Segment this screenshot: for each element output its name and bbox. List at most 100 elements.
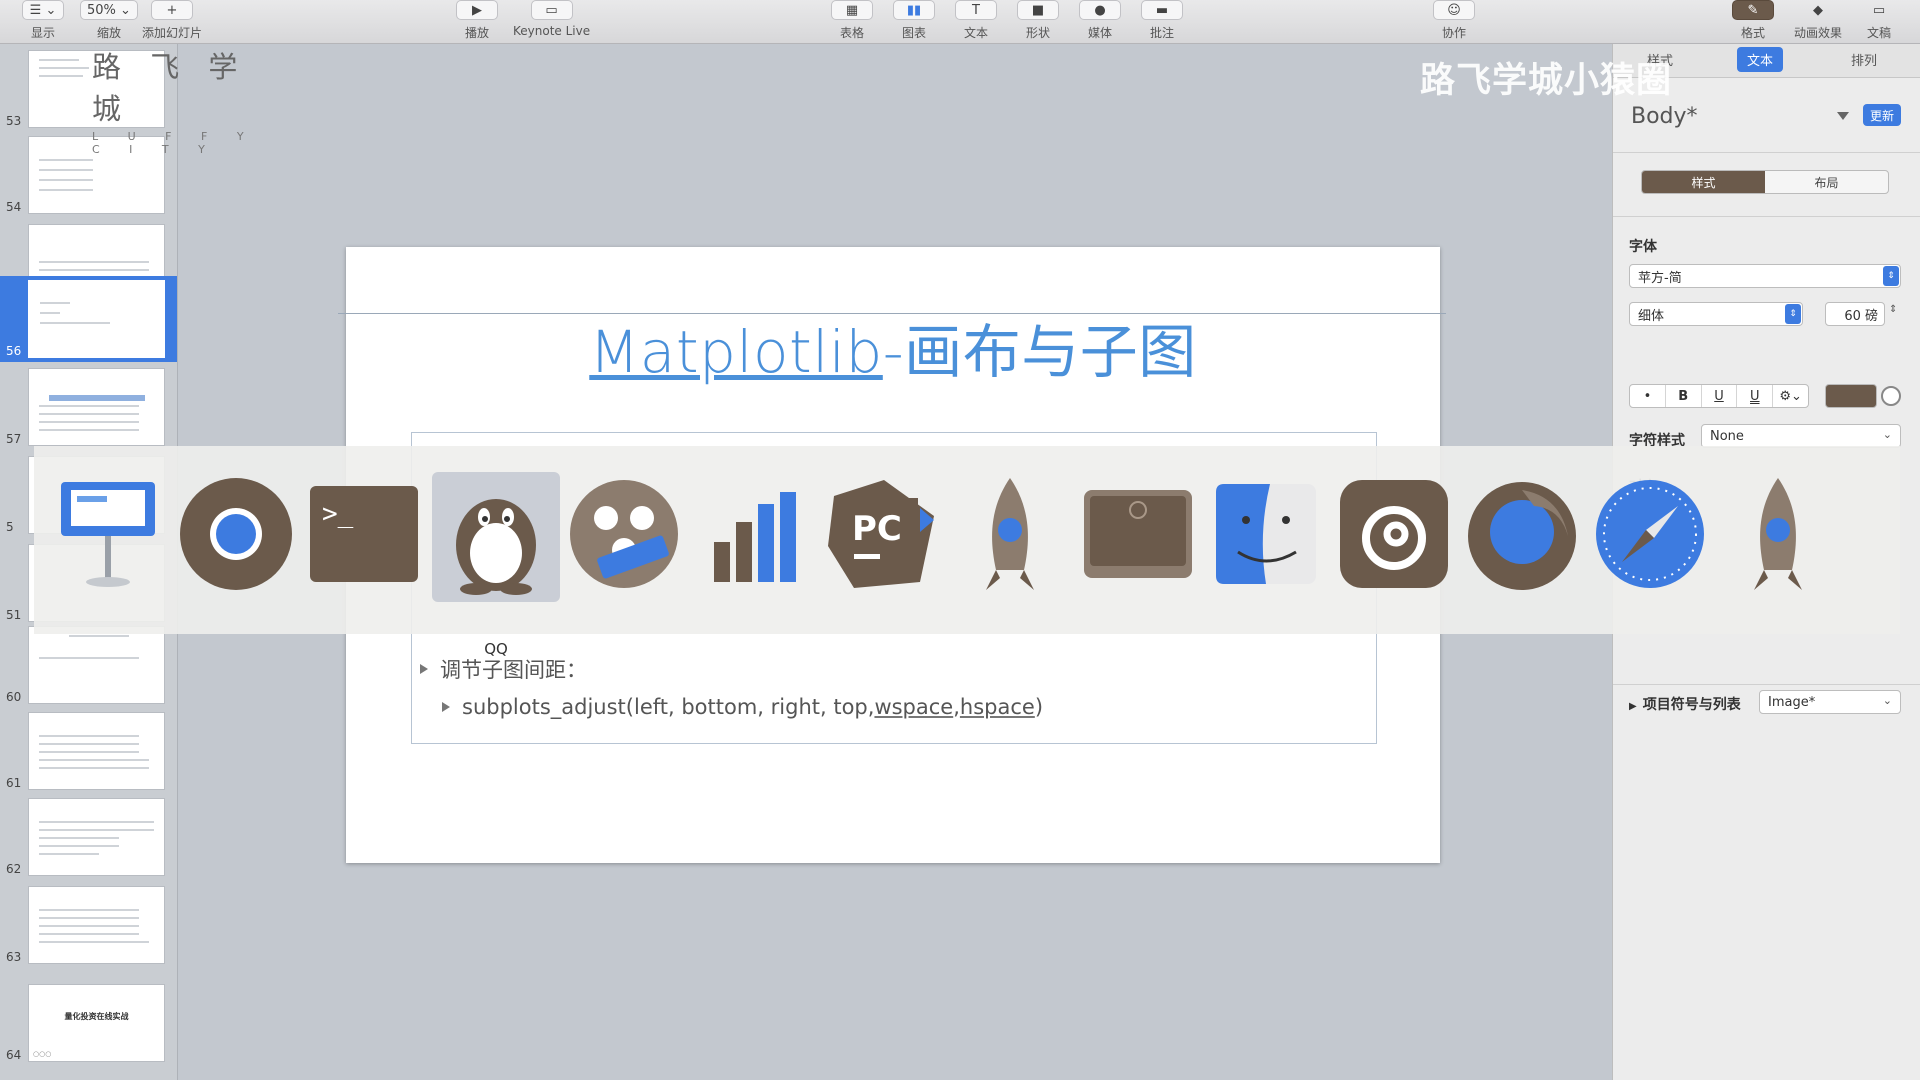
thumb-title: 量化投资在线实战 [64,1012,129,1021]
font-size-stepper-icon[interactable]: ⇕ [1889,304,1897,315]
text-button[interactable]: T 文本 [955,0,997,41]
dock-video-editor[interactable] [560,470,688,598]
svg-text:>_: >_ [322,499,354,529]
slide-thumb-60[interactable]: 60 [0,622,177,708]
dock: >_ QQ PC [34,446,1900,658]
dock-finder[interactable] [1202,470,1330,598]
chart-button[interactable]: ▮▮ 图表 [893,0,935,41]
dock-pycharm[interactable]: PC [818,470,946,598]
compass-icon [1596,480,1704,588]
table-button[interactable]: ▦ 表格 [831,0,873,41]
play-button[interactable]: ▶ 播放 [456,0,498,41]
keynote-live-button[interactable]: ▭ Keynote Live [513,0,590,38]
chevron-down-icon[interactable] [1837,112,1849,120]
dock-qq[interactable]: QQ [432,472,560,658]
segment-layout[interactable]: 布局 [1765,171,1888,193]
italic-button[interactable]: U [1702,385,1738,407]
text-color-well[interactable] [1825,384,1877,408]
dock-firefox[interactable] [1458,470,1586,598]
bullets-section[interactable]: ▶ 项目符号与列表 [1629,694,1741,714]
animate-button[interactable]: ◆ 动画效果 [1794,0,1842,41]
font-section-label: 字体 [1629,239,1657,255]
bullet-code-suffix: ) [1034,695,1044,719]
dock-safari[interactable] [1586,470,1714,598]
shape-button[interactable]: ■ 形状 [1017,0,1059,41]
collaborate-icon: ☺ [1433,0,1475,20]
media-icon: ● [1079,0,1121,20]
segment-style[interactable]: 样式 [1642,171,1765,193]
slide-number: 53 [6,114,22,128]
thumbnail [28,798,165,876]
title-subtitle: -画布与子图 [882,318,1197,386]
thumbnail [28,712,165,790]
view-button[interactable]: ☰ ⌄ 显示 [22,0,64,41]
document-button[interactable]: ▭ 文稿 [1858,0,1900,41]
dock-keynote[interactable] [44,470,172,598]
chevron-down-icon: ⌄ [1882,428,1892,441]
text-format-buttons: • B U U ⚙⌄ [1629,384,1809,408]
slide-thumb-56[interactable]: 56 [0,276,177,362]
format-button[interactable]: ✎ 格式 [1732,0,1774,41]
bold-button[interactable]: B [1666,385,1702,407]
hspace-text: hspace [959,695,1035,719]
slide-thumb-63[interactable]: 63 [0,882,177,968]
chevron-down-icon: ⌄ [1882,694,1892,707]
update-style-button[interactable]: 更新 [1863,104,1901,126]
bullet-type-popup[interactable]: Image* ⌄ [1759,690,1901,714]
logo-en: L U F F Y C I T Y [92,130,257,156]
tab-text[interactable]: 文本 [1737,47,1784,72]
luffycity-logo: 路 飞 学 城 L U F F Y C I T Y [92,44,282,156]
underline-button[interactable]: U [1737,385,1774,407]
music-note-icon [1340,480,1448,588]
color-wheel-icon[interactable] [1881,386,1901,406]
dock-python-launcher[interactable] [946,470,1074,598]
slide-number: 60 [6,690,22,704]
bullet-triangle-icon [420,664,428,674]
thumbnail [28,626,165,704]
dock-disk-utility[interactable] [1074,470,1202,598]
title-matplotlib: Matplotlib [589,318,883,386]
thumbnail [28,280,165,358]
style-layout-segmented[interactable]: 样式 布局 [1641,170,1889,194]
chrome-icon [180,478,292,590]
dock-chrome[interactable] [172,470,300,598]
collaborate-button[interactable]: ☺ 协作 [1433,0,1475,41]
char-style-popup[interactable]: None ⌄ [1701,424,1901,448]
plus-icon: + [151,0,193,20]
slide-title[interactable]: Matplotlib-画布与子图 [346,305,1440,389]
popup-arrows-icon: ⇕ [1785,304,1801,324]
font-weight-popup[interactable]: 细体 ⇕ [1629,302,1803,326]
bullet-text: 调节子图间距： [440,658,587,682]
play-label: 播放 [464,26,489,40]
wspace-text: wspace [874,695,954,719]
slide-thumb-57[interactable]: 57 [0,364,177,450]
dock-netease-music[interactable] [1330,470,1458,598]
bullet-dot-button[interactable]: • [1630,385,1666,407]
dock-terminal[interactable]: >_ [300,470,428,598]
zoom-value: 50% ⌄ [80,0,138,20]
slide-number: 64 [6,1048,22,1062]
tab-arrange[interactable]: 排列 [1851,50,1877,69]
dock-python-launcher-2[interactable] [1714,470,1842,598]
add-slide-button[interactable]: + 添加幻灯片 [142,0,202,41]
slide-number: 51 [6,608,22,622]
paragraph-style-name[interactable]: Body* [1631,104,1698,129]
finder-icon [1216,484,1316,584]
font-family-popup[interactable]: 苹方-简 ⇕ [1629,264,1901,288]
video-watermark: 路飞学城小猿圈 [1420,61,1673,101]
bullet-item-sub: subplots_adjust(left, bottom, right, top… [442,695,1043,719]
dock-numbers[interactable] [690,470,818,598]
gear-icon[interactable]: ⚙⌄ [1773,385,1808,407]
rocket-icon [1754,478,1802,590]
media-button[interactable]: ● 媒体 [1079,0,1121,41]
font-size-field[interactable]: 60 磅 [1825,302,1885,326]
bullet-type-value: Image* [1768,694,1816,710]
zoom-button[interactable]: 50% ⌄ 缩放 [80,0,138,41]
comment-button[interactable]: ▬ 批注 [1141,0,1183,41]
slide-thumb-62[interactable]: 62 [0,794,177,880]
slide-thumb-61[interactable]: 61 [0,708,177,794]
slide-number: 63 [6,950,22,964]
slide-thumb-64[interactable]: 量化投资在线实战 ○○○ 64 [0,980,177,1066]
popup-arrows-icon: ⇕ [1883,266,1899,286]
thumbnail: 量化投资在线实战 ○○○ [28,984,165,1062]
